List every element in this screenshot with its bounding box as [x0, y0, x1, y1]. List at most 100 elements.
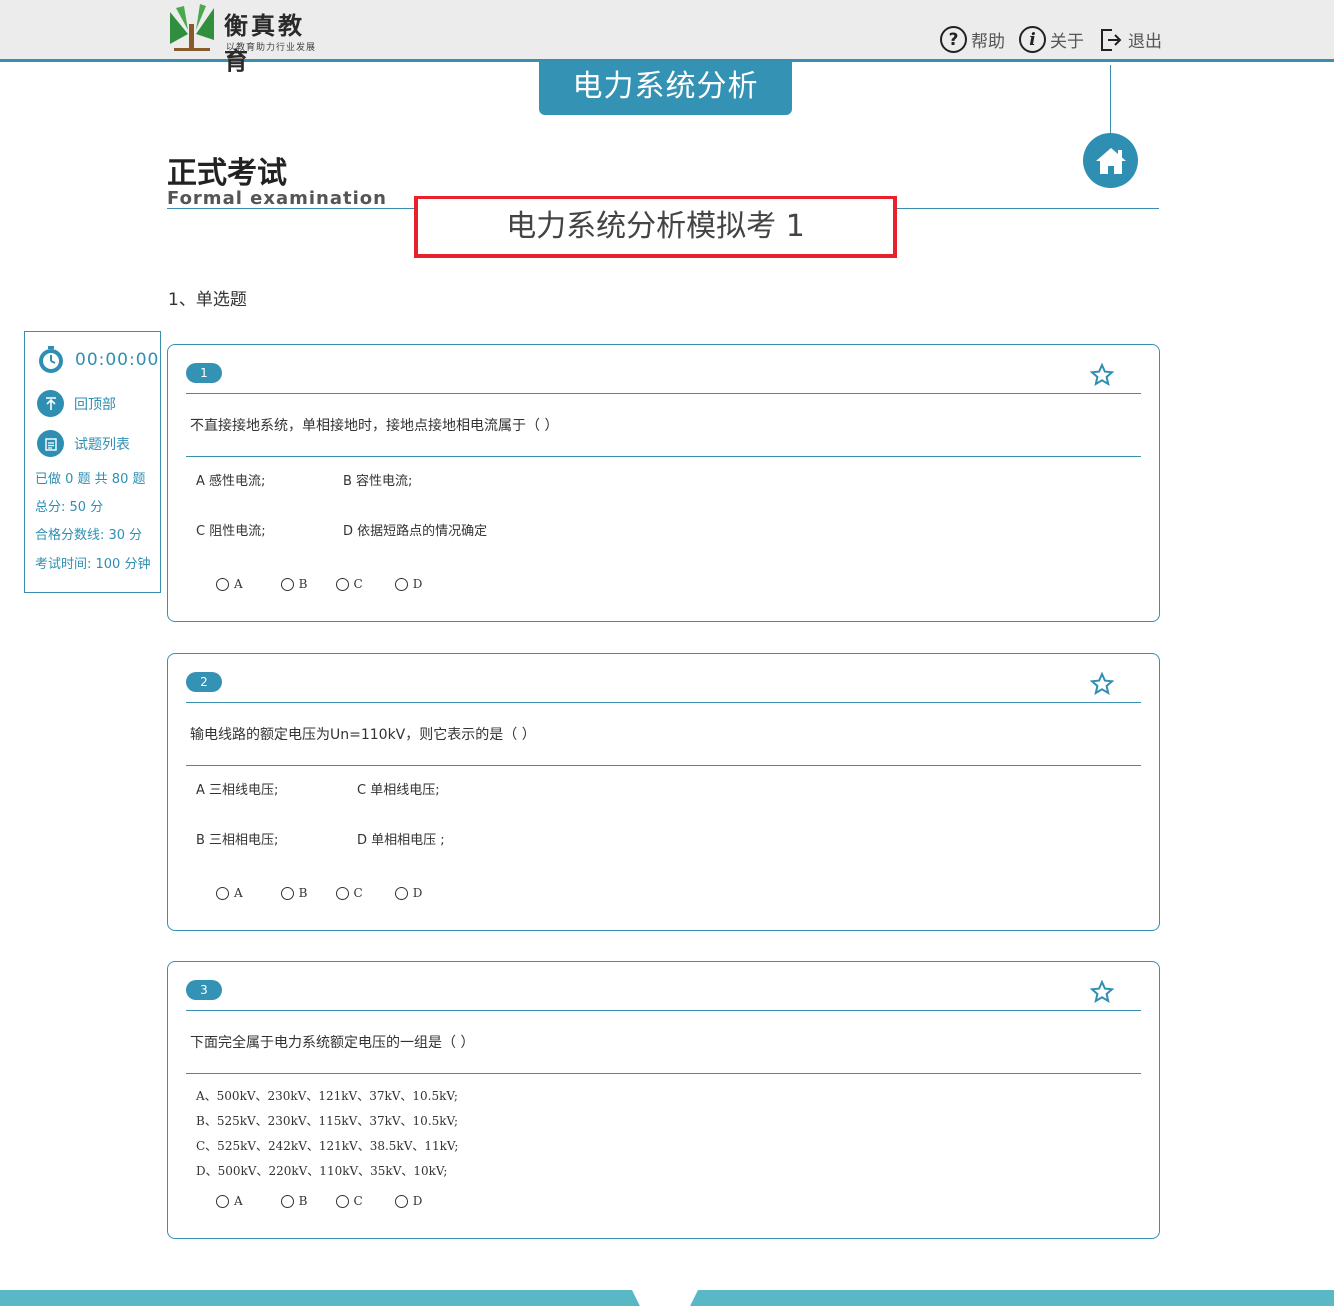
answer-radio-c[interactable]: C: [335, 886, 363, 900]
answer-radio-group: A B C D: [216, 886, 422, 900]
option-text: C 单相线电压;: [357, 783, 440, 798]
logout-label: 退出: [1128, 32, 1162, 52]
option-text: C 阻性电流;: [196, 524, 266, 539]
course-tab[interactable]: 电力系统分析: [539, 62, 792, 115]
radio-circle[interactable]: [216, 577, 229, 591]
answer-radio-group: A B C D: [216, 577, 422, 591]
exam-sidebar: 00:00:00 回顶部 试题列表 已做 0 题 共 80 题 总分: 50 分…: [24, 331, 161, 593]
logo: 衡真教育 以教育助力行业发展: [166, 4, 326, 75]
radio-circle[interactable]: [216, 1194, 229, 1208]
radio-label: C: [353, 577, 363, 591]
star-icon[interactable]: [1090, 980, 1114, 1004]
timer-row: 00:00:00: [37, 346, 159, 374]
radio-circle[interactable]: [216, 886, 229, 900]
back-to-top-button[interactable]: 回顶部: [37, 390, 116, 417]
stopwatch-icon: [39, 346, 63, 373]
top-bar: 衡真教育 以教育助力行业发展 ? 帮助 i 关于 退出: [0, 0, 1334, 75]
question-list-button[interactable]: 试题列表: [37, 430, 130, 457]
question-text: 下面完全属于电力系统额定电压的一组是（ ）: [190, 1035, 475, 1051]
question-number: 1: [186, 363, 222, 383]
info-icon: i: [1019, 26, 1046, 53]
option-text: A 感性电流;: [196, 474, 266, 489]
radio-circle[interactable]: [280, 1194, 294, 1208]
help-icon: ?: [940, 26, 967, 53]
question-divider: [186, 702, 1141, 703]
back-to-top-label: 回顶部: [74, 396, 116, 413]
question-divider: [186, 393, 1141, 394]
question-card-2: 2 输电线路的额定电压为Un=110kV，则它表示的是（ ） A 三相线电压; …: [167, 653, 1160, 931]
question-divider: [186, 1010, 1141, 1011]
answer-radio-a[interactable]: A: [216, 1194, 243, 1208]
radio-circle[interactable]: [394, 886, 408, 900]
help-button[interactable]: ? 帮助: [940, 26, 1005, 53]
radio-label: D: [412, 577, 423, 591]
option-text: A、500kV、230kV、121kV、37kV、10.5kV;: [196, 1089, 458, 1103]
radio-circle[interactable]: [335, 886, 349, 900]
tree-logo-icon: [170, 4, 214, 51]
answer-radio-c[interactable]: C: [335, 1194, 363, 1208]
option-text: B、525kV、230kV、115kV、37kV、10.5kV;: [196, 1114, 459, 1128]
options-divider: [186, 1073, 1141, 1074]
about-label: 关于: [1050, 32, 1084, 52]
radio-label: B: [298, 1194, 308, 1208]
answer-radio-b[interactable]: B: [280, 886, 308, 900]
pass-line: 合格分数线: 30 分: [35, 528, 143, 543]
answer-radio-b[interactable]: B: [280, 577, 308, 591]
option-text: A 三相线电压;: [196, 783, 279, 798]
page-title: 正式考试: [167, 156, 287, 191]
progress-count: 已做 0 题 共 80 题: [35, 472, 146, 487]
radio-label: B: [298, 577, 308, 591]
question-card-3: 3 下面完全属于电力系统额定电压的一组是（ ） A、500kV、230kV、12…: [167, 961, 1160, 1239]
radio-label: B: [298, 886, 308, 900]
home-icon: [1095, 147, 1126, 174]
options-divider: [186, 765, 1141, 766]
answer-radio-d[interactable]: D: [394, 1194, 423, 1208]
radio-circle[interactable]: [280, 577, 294, 591]
question-card-1: 1 不直接接地系统，单相接地时，接地点接地相电流属于（ ） A 感性电流; B …: [167, 344, 1160, 622]
exam-name: 电力系统分析模拟考 1: [414, 196, 897, 258]
question-text: 输电线路的额定电压为Un=110kV，则它表示的是（ ）: [190, 727, 536, 743]
options-divider: [186, 456, 1141, 457]
radio-label: C: [353, 886, 363, 900]
radio-label: A: [234, 1194, 243, 1208]
logout-icon: [1101, 28, 1122, 51]
question-text: 不直接接地系统，单相接地时，接地点接地相电流属于（ ）: [190, 418, 559, 434]
footer-notch: [632, 1290, 698, 1306]
home-connector-line: [1110, 65, 1111, 133]
question-list-label: 试题列表: [74, 436, 130, 453]
radio-label: D: [412, 1194, 423, 1208]
help-label: 帮助: [971, 32, 1005, 52]
radio-circle[interactable]: [394, 577, 408, 591]
answer-radio-b[interactable]: B: [280, 1194, 308, 1208]
logout-button[interactable]: 退出: [1098, 26, 1162, 53]
radio-circle[interactable]: [280, 886, 294, 900]
answer-radio-a[interactable]: A: [216, 577, 243, 591]
answer-radio-d[interactable]: D: [394, 577, 423, 591]
radio-circle[interactable]: [335, 1194, 349, 1208]
arrow-up-icon: [37, 390, 64, 417]
star-icon[interactable]: [1090, 363, 1114, 387]
star-icon[interactable]: [1090, 672, 1114, 696]
radio-circle[interactable]: [394, 1194, 408, 1208]
top-nav: ? 帮助 i 关于 退出: [940, 26, 1162, 53]
question-number: 3: [186, 980, 222, 1000]
answer-radio-d[interactable]: D: [394, 886, 423, 900]
clipboard-icon: [37, 430, 64, 457]
answer-radio-a[interactable]: A: [216, 886, 243, 900]
radio-label: C: [353, 1194, 363, 1208]
section-title: 1、单选题: [168, 290, 247, 310]
page-subtitle: Formal examination: [167, 188, 387, 209]
option-text: D、500kV、220kV、110kV、35kV、10kV;: [196, 1164, 448, 1178]
home-button[interactable]: [1083, 133, 1138, 188]
answer-radio-c[interactable]: C: [335, 577, 363, 591]
about-button[interactable]: i 关于: [1019, 26, 1084, 53]
answer-radio-group: A B C D: [216, 1194, 422, 1208]
radio-label: D: [412, 886, 423, 900]
timer-value: 00:00:00: [75, 350, 160, 370]
option-text: D 单相相电压 ;: [357, 833, 445, 848]
option-text: C、525kV、242kV、121kV、38.5kV、11kV;: [196, 1139, 459, 1153]
total-score: 总分: 50 分: [35, 500, 104, 515]
question-number: 2: [186, 672, 222, 692]
option-text: B 三相相电压;: [196, 833, 279, 848]
radio-circle[interactable]: [335, 577, 349, 591]
